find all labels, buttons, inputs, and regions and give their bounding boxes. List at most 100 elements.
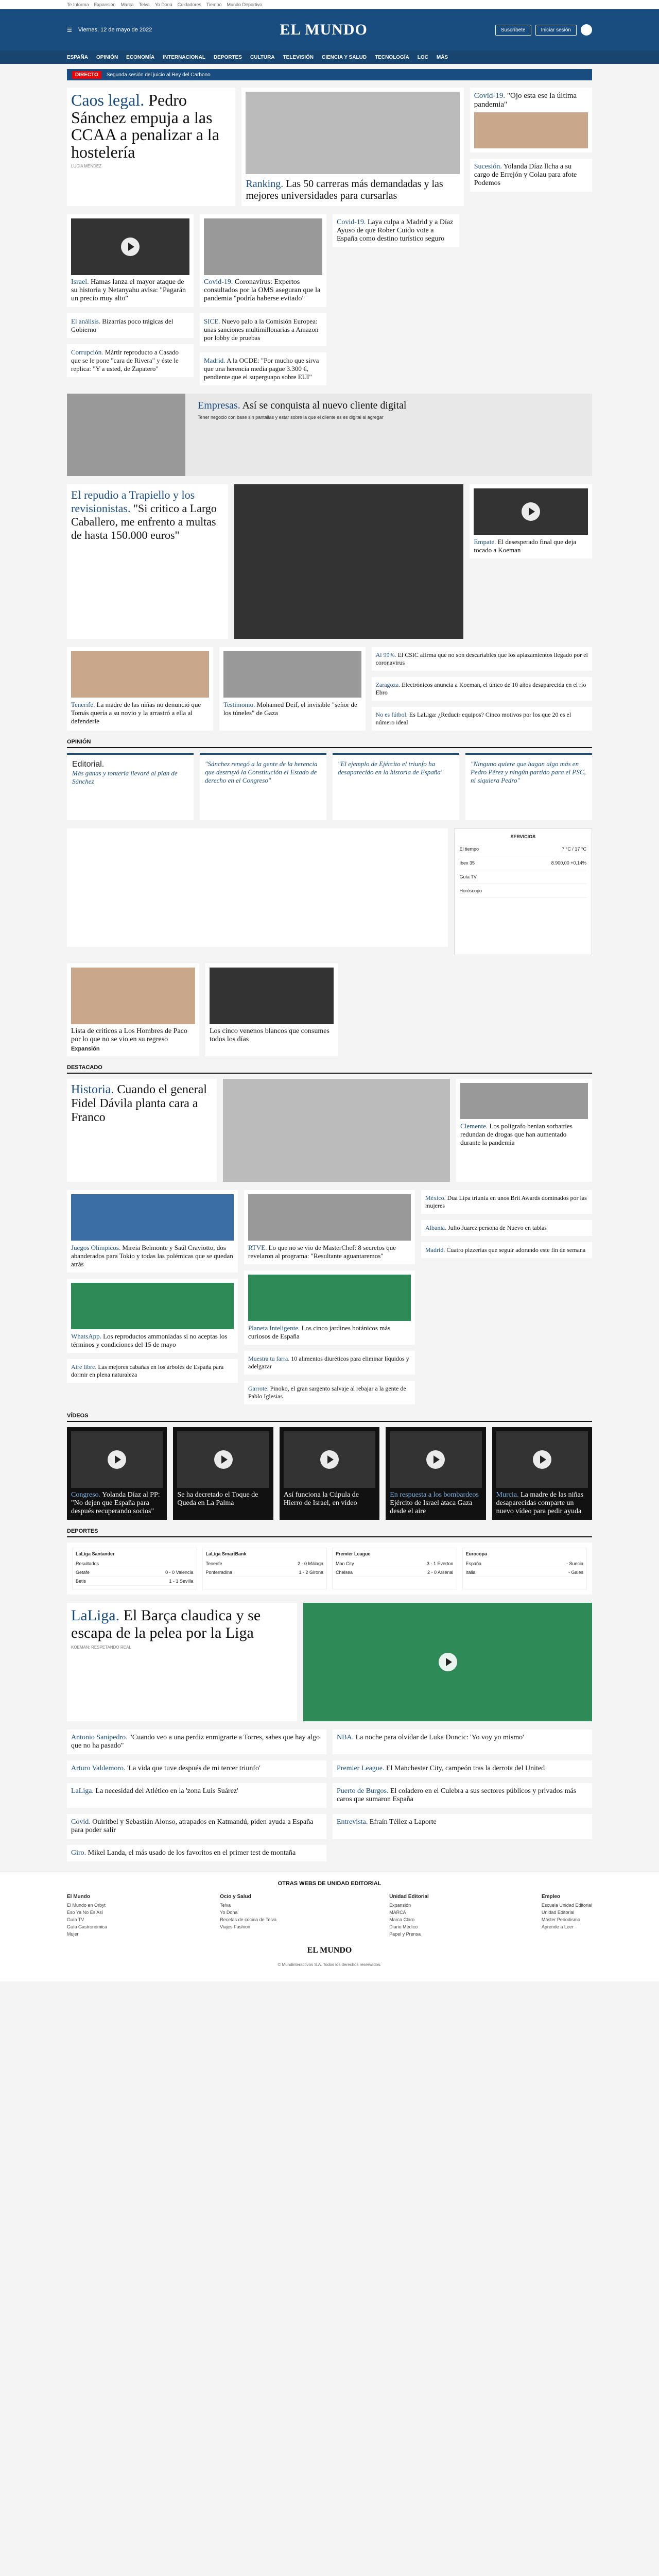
menu-icon[interactable]: ☰ — [67, 27, 72, 33]
footer-link[interactable]: Diario Médico — [389, 1924, 429, 1929]
nav-item-españa[interactable]: ESPAÑA — [67, 55, 88, 60]
match-row[interactable]: Man City 3 - 1 Everton — [336, 1560, 454, 1568]
nav-item-internacional[interactable]: INTERNACIONAL — [163, 55, 205, 60]
planet-story[interactable]: Planeta Inteligente. Los cinco jardines … — [244, 1270, 415, 1345]
mexico-story[interactable]: México. Dua Lipa triunfa en unos Brit Aw… — [421, 1190, 592, 1214]
video-card[interactable]: Así funciona la Cúpula de Hierro de Isra… — [279, 1427, 380, 1520]
footer-link[interactable]: Recetas de cocina de Telva — [220, 1917, 276, 1922]
video-thumbnail[interactable] — [390, 1431, 482, 1488]
service-row[interactable]: Guía TV — [459, 870, 586, 884]
koeman-video[interactable] — [474, 488, 588, 535]
footer-link[interactable]: Papel y Prensa — [389, 1931, 429, 1937]
footer-link[interactable]: Mujer — [67, 1931, 107, 1937]
match-row[interactable]: Resultados — [76, 1560, 194, 1568]
match-row[interactable]: Tenerife 2 - 0 Málaga — [205, 1560, 323, 1568]
laya-story[interactable]: Covid-19. Laya culpa a Madrid y a Díaz A… — [333, 214, 459, 247]
play-icon[interactable] — [121, 238, 140, 256]
util-link[interactable]: Telva — [139, 2, 150, 7]
israel-video[interactable] — [71, 218, 189, 275]
util-link[interactable]: Expansión — [94, 2, 116, 7]
corruption-story[interactable]: Corrupción. Mártir reproducto a Casado q… — [67, 344, 194, 377]
sice-story[interactable]: SICE. Nuevo palo a la Comisión Europea: … — [200, 313, 326, 346]
footer-link[interactable]: Máster Periodismo — [542, 1917, 592, 1922]
barca-story[interactable]: LaLiga. El Barça claudica y se escapa de… — [67, 1603, 298, 1721]
footer-link[interactable]: El Mundo en Orbyt — [67, 1903, 107, 1908]
nav-item-ciencia-y-salud[interactable]: CIENCIA Y SALUD — [322, 55, 367, 60]
sports-story[interactable]: Giro. Mikel Landa, el más usado de los f… — [67, 1845, 326, 1861]
util-link[interactable]: Yo Dona — [155, 2, 172, 7]
util-link[interactable]: Te Informa — [67, 2, 89, 7]
deif-story[interactable]: Testimonio. Mohamed Deif, el invisible "… — [219, 647, 366, 731]
play-icon[interactable] — [214, 1450, 233, 1469]
pizza-story[interactable]: Madrid. Cuatro pizzerías que seguir ador… — [421, 1242, 592, 1258]
league-table[interactable]: LaLiga Santander Resultados Getafe 0 - 0 Va… — [72, 1548, 197, 1589]
play-icon[interactable] — [108, 1450, 127, 1469]
user-icon[interactable] — [580, 24, 592, 36]
video-card[interactable]: En respuesta a los bombardeos Ejército d… — [386, 1427, 486, 1520]
util-link[interactable]: Tiempo — [206, 2, 222, 7]
paco-story[interactable]: Lista de criticos a Los Hombres de Paco … — [67, 963, 199, 1056]
barca-video[interactable] — [303, 1603, 592, 1721]
footer-link[interactable]: Yo Dona — [220, 1910, 276, 1915]
sports-story[interactable]: Premier League. El Manchester City, camp… — [333, 1760, 592, 1777]
sports-story[interactable]: Puerto de Burgos. El coladero en el Cule… — [333, 1783, 592, 1808]
clemente-story[interactable]: Clemente. Los polígrafo benian sorbattie… — [456, 1079, 592, 1182]
albania-story[interactable]: Albania. Julio Juarez persona de Nuevo e… — [421, 1220, 592, 1236]
venenos-story[interactable]: Los cinco venenos blancos que consumes t… — [205, 963, 338, 1056]
analysis-story[interactable]: El análisis. Bizarrías poco trágicas del… — [67, 313, 194, 338]
footer-link[interactable]: Guía Gastronómica — [67, 1924, 107, 1929]
succession-story[interactable]: Sucesión. Yolanda Díaz llcha a su cargo … — [470, 159, 593, 192]
sports-story[interactable]: Antonio Sanipedro. "Cuando veo a una per… — [67, 1730, 326, 1754]
nav-item-tecnología[interactable]: TECNOLOGÍA — [375, 55, 409, 60]
sports-story[interactable]: Entrevista. Efraín Téllez a Laporte — [333, 1814, 592, 1839]
footer-link[interactable]: Unidad Editorial — [542, 1910, 592, 1915]
zaragoza-story[interactable]: Zaragoza. Electrónicos anuncia a Koeman,… — [371, 677, 592, 701]
promo-banner[interactable]: Empresas. Así se conquista al nuevo clie… — [67, 394, 592, 476]
nav-item-más[interactable]: MÁS — [437, 55, 448, 60]
util-link[interactable]: Marca — [121, 2, 134, 7]
video-card[interactable]: Congreso. Yolanda Díaz al PP: "No dejen … — [67, 1427, 167, 1520]
subscribe-button[interactable]: Suscríbete — [495, 24, 531, 36]
nav-item-opinión[interactable]: OPINIÓN — [96, 55, 118, 60]
nav-item-economía[interactable]: ECONOMÍA — [126, 55, 154, 60]
davila-story[interactable]: Historia. Cuando el general Fidel Dávila… — [67, 1079, 217, 1182]
play-icon[interactable] — [522, 502, 541, 521]
footer-link[interactable]: Telva — [220, 1903, 276, 1908]
footer-link[interactable]: Aprende a Leer — [542, 1924, 592, 1929]
site-logo[interactable]: EL MUNDO — [280, 21, 368, 39]
israel-story[interactable]: Israel. Hamas lanza el mayor ataque de s… — [67, 214, 194, 307]
sports-story[interactable]: NBA. La noche para olvidar de Luka Donci… — [333, 1730, 592, 1754]
nav-item-loc[interactable]: LOC — [418, 55, 428, 60]
service-row[interactable]: Ibex 35 8.900,00 +0,14% — [459, 856, 586, 870]
service-row[interactable]: Horóscopo — [459, 884, 586, 898]
login-button[interactable]: Iniciar sesión — [535, 24, 577, 36]
footer-link[interactable]: Escuela Unidad Editorial — [542, 1903, 592, 1908]
video-card[interactable]: Se ha decretado el Toque de Queda en La … — [173, 1427, 273, 1520]
sports-story[interactable]: Arturo Valdemoro. 'La vida que tuve desp… — [67, 1760, 326, 1777]
match-row[interactable]: Betis 1 - 1 Sevilla — [76, 1577, 194, 1586]
csic-story[interactable]: Al 99%. El CSIC afirma que no son descar… — [371, 647, 592, 671]
play-icon[interactable] — [438, 1653, 457, 1671]
service-row[interactable]: El tiempo 7 °C / 17 °C — [459, 842, 586, 856]
play-icon[interactable] — [426, 1450, 445, 1469]
footer-logo[interactable]: EL MUNDO — [67, 1939, 592, 1962]
opinion-card[interactable]: "Sánchez renegó a la gente de la herenci… — [200, 753, 326, 820]
laliga-story[interactable]: No es fútbol. Es LaLiga: ¿Reducir equipo… — [371, 707, 592, 731]
live-banner[interactable]: DIRECTO Segunda sesión del juicio al Rey… — [67, 69, 592, 80]
video-thumbnail[interactable] — [496, 1431, 588, 1488]
league-table[interactable]: LaLiga SmartBank Tenerife 2 - 0 Málaga Ponf… — [202, 1548, 327, 1589]
league-table[interactable]: Eurocopa España - Suecia Italia - Gales — [462, 1548, 587, 1589]
oms-story[interactable]: Covid-19. Coronavirus: Expertos consulta… — [200, 214, 326, 307]
match-row[interactable]: Italia - Gales — [465, 1568, 583, 1577]
nav-item-televisión[interactable]: TELEVISIÓN — [283, 55, 314, 60]
rtve-story[interactable]: RTVE. Lo que no se vio de MasterChef: 8 … — [244, 1190, 415, 1264]
footer-link[interactable]: Eso Ya No Es Así — [67, 1910, 107, 1915]
video-thumbnail[interactable] — [177, 1431, 269, 1488]
footer-link[interactable]: MARCA — [389, 1910, 429, 1915]
video-thumbnail[interactable] — [283, 1431, 376, 1488]
muestra-story[interactable]: Muestra tu farra. 10 alimentos diurético… — [244, 1351, 415, 1375]
match-row[interactable]: Chelsea 2 - 0 Arsenal — [336, 1568, 454, 1577]
video-card[interactable]: Murcia. La madre de las niñas desapareci… — [492, 1427, 593, 1520]
madrid-story[interactable]: Madrid. A la OCDE: "Por mucho que sirva … — [200, 352, 326, 385]
nav-item-cultura[interactable]: CULTURA — [250, 55, 275, 60]
